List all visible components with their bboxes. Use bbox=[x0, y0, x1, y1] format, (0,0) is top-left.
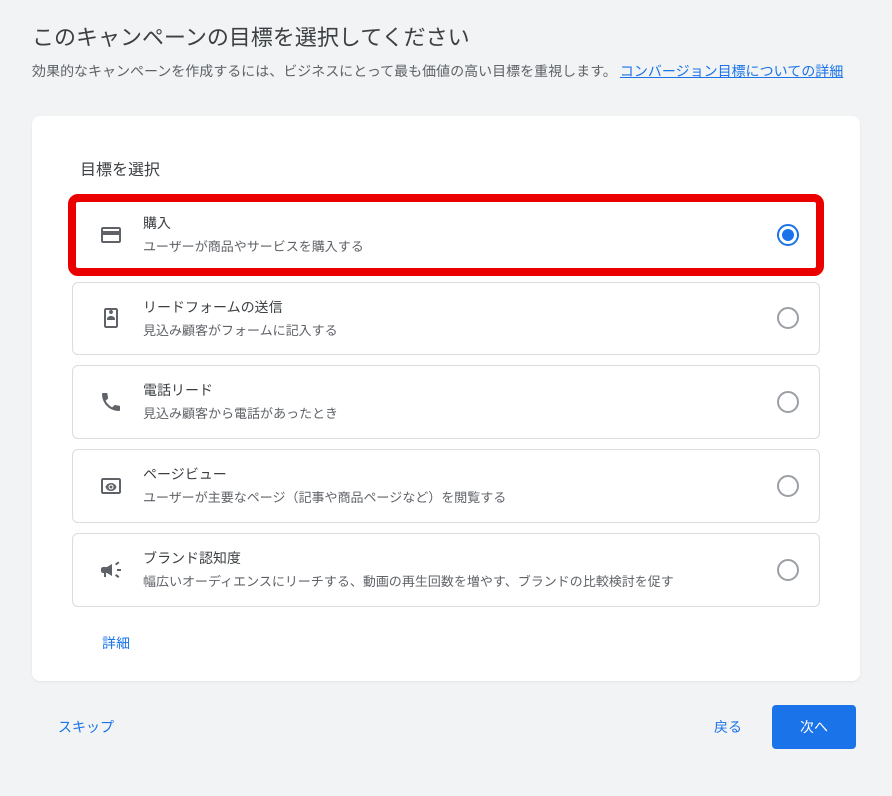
goal-option-1[interactable]: リードフォームの送信見込み顧客がフォームに記入する bbox=[72, 282, 820, 356]
card-heading: 目標を選択 bbox=[72, 156, 820, 180]
goal-option-2[interactable]: 電話リード見込み顧客から電話があったとき bbox=[72, 365, 820, 439]
option-title: ブランド認知度 bbox=[143, 548, 761, 569]
option-radio[interactable] bbox=[777, 224, 799, 246]
option-radio[interactable] bbox=[777, 391, 799, 413]
skip-button[interactable]: スキップ bbox=[36, 707, 136, 747]
phone-icon bbox=[89, 390, 133, 414]
option-title: 電話リード bbox=[143, 380, 761, 401]
option-radio[interactable] bbox=[777, 307, 799, 329]
back-button[interactable]: 戻る bbox=[692, 707, 764, 747]
option-title: ページビュー bbox=[143, 464, 761, 485]
goal-option-0[interactable]: 購入ユーザーが商品やサービスを購入する bbox=[72, 198, 820, 272]
page-title: このキャンペーンの目標を選択してください bbox=[32, 20, 860, 52]
goal-option-3[interactable]: ページビューユーザーが主要なページ（記事や商品ページなど）を閲覧する bbox=[72, 449, 820, 523]
option-desc: 見込み顧客から電話があったとき bbox=[143, 403, 761, 424]
option-desc: 見込み顧客がフォームに記入する bbox=[143, 320, 761, 341]
conversion-goals-link[interactable]: コンバージョン目標についての詳細 bbox=[620, 61, 843, 81]
contact-form-icon bbox=[89, 306, 133, 330]
page-subtitle: 効果的なキャンペーンを作成するには、ビジネスにとって最も価値の高い目標を重視しま… bbox=[32, 60, 860, 84]
details-link[interactable]: 詳細 bbox=[72, 617, 130, 653]
goal-option-4[interactable]: ブランド認知度幅広いオーディエンスにリーチする、動画の再生回数を増やす、ブランド… bbox=[72, 533, 820, 607]
footer-bar: スキップ 戻る 次へ bbox=[32, 705, 860, 749]
option-radio[interactable] bbox=[777, 475, 799, 497]
option-desc: 幅広いオーディエンスにリーチする、動画の再生回数を増やす、ブランドの比較検討を促… bbox=[143, 571, 761, 592]
next-button[interactable]: 次へ bbox=[772, 705, 856, 749]
goal-card: 目標を選択 購入ユーザーが商品やサービスを購入するリードフォームの送信見込み顧客… bbox=[32, 116, 860, 681]
option-radio[interactable] bbox=[777, 559, 799, 581]
preview-icon bbox=[89, 474, 133, 498]
option-title: 購入 bbox=[143, 213, 761, 234]
subtitle-text: 効果的なキャンペーンを作成するには、ビジネスにとって最も価値の高い目標を重視しま… bbox=[32, 61, 617, 81]
option-desc: ユーザーが商品やサービスを購入する bbox=[143, 236, 761, 257]
options-list: 購入ユーザーが商品やサービスを購入するリードフォームの送信見込み顧客がフォームに… bbox=[72, 198, 820, 607]
option-title: リードフォームの送信 bbox=[143, 297, 761, 318]
campaign-icon bbox=[89, 558, 133, 582]
credit-card-icon bbox=[89, 223, 133, 247]
option-desc: ユーザーが主要なページ（記事や商品ページなど）を閲覧する bbox=[143, 487, 761, 508]
